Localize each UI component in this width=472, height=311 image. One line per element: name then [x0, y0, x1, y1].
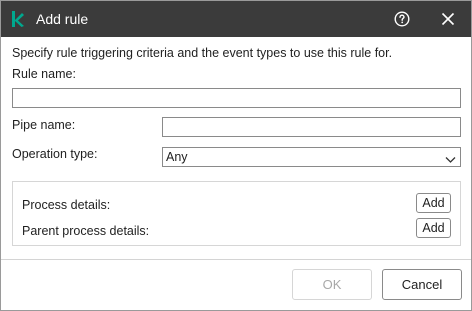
pipe-name-input[interactable]	[162, 117, 461, 137]
footer-divider	[1, 259, 471, 260]
kaspersky-logo-icon	[11, 11, 25, 27]
cancel-button[interactable]: Cancel	[382, 269, 462, 300]
rule-name-input[interactable]	[12, 88, 461, 108]
operation-type-select[interactable]: Any	[162, 147, 461, 167]
parent-process-details-label: Parent process details:	[22, 224, 150, 238]
dialog-title: Add rule	[36, 11, 89, 27]
dialog-intro-text: Specify rule triggering criteria and the…	[12, 46, 393, 60]
operation-type-value: Any	[166, 150, 188, 164]
pipe-name-label: Pipe name:	[12, 118, 76, 132]
operation-type-label: Operation type:	[12, 147, 98, 161]
chevron-down-icon	[445, 153, 456, 163]
add-parent-process-details-button[interactable]: Add	[416, 218, 451, 238]
add-process-details-button[interactable]: Add	[416, 193, 451, 213]
ok-button[interactable]: OK	[292, 269, 372, 300]
rule-name-label: Rule name:	[12, 67, 76, 81]
dialog-titlebar: Add rule	[1, 1, 471, 37]
add-rule-dialog: Add rule Specify rule triggering criteri…	[0, 0, 472, 311]
help-icon[interactable]	[394, 11, 410, 27]
process-details-label: Process details:	[22, 198, 111, 212]
close-icon[interactable]	[441, 12, 455, 26]
